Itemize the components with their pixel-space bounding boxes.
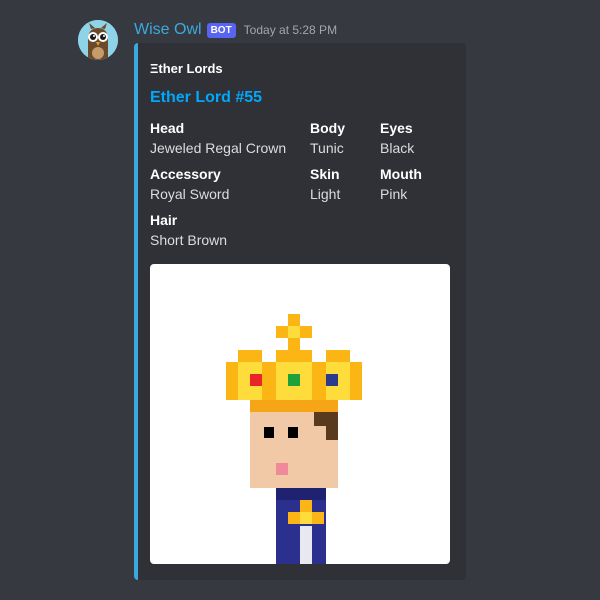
- embed-title-link[interactable]: Ether Lord #55: [150, 89, 262, 107]
- field-eyes: Eyes Black: [380, 118, 414, 158]
- field-name: Accessory: [150, 166, 221, 182]
- field-value: Jeweled Regal Crown: [150, 140, 287, 156]
- field-value: Black: [380, 140, 415, 156]
- field-name: Body: [310, 120, 345, 136]
- pixel-art-lord-image[interactable]: [150, 264, 450, 564]
- field-name: Mouth: [380, 166, 422, 182]
- bot-badge: BOT: [206, 22, 236, 38]
- field-name: Head: [150, 120, 185, 136]
- field-body: Body Tunic: [310, 118, 345, 158]
- message-header: Wise Owl BOT Today at 5:28 PM: [134, 19, 337, 41]
- field-value: Light: [310, 186, 341, 202]
- author-name[interactable]: Wise Owl: [134, 21, 202, 39]
- field-value: Short Brown: [150, 232, 228, 248]
- field-head: Head Jeweled Regal Crown: [150, 118, 286, 158]
- embed-card: Ξther Lords Ether Lord #55 Head Jeweled …: [134, 43, 466, 580]
- field-skin: Skin Light: [310, 164, 340, 204]
- message-timestamp[interactable]: Today at 5:28 PM: [244, 23, 337, 37]
- field-hair: Hair Short Brown: [150, 210, 227, 250]
- field-mouth: Mouth Pink: [380, 164, 422, 204]
- field-name: Eyes: [380, 120, 413, 136]
- chat-message: Wise Owl BOT Today at 5:28 PM Ξther Lord…: [0, 0, 600, 600]
- field-name: Skin: [310, 166, 340, 182]
- field-value: Tunic: [310, 140, 344, 156]
- embed-author: Ξther Lords: [150, 61, 223, 76]
- field-accessory: Accessory Royal Sword: [150, 164, 229, 204]
- field-value: Pink: [380, 186, 408, 202]
- field-name: Hair: [150, 212, 178, 228]
- field-value: Royal Sword: [150, 186, 230, 202]
- pixel-art-lord-icon: [226, 314, 362, 564]
- owl-avatar-icon[interactable]: [78, 20, 118, 60]
